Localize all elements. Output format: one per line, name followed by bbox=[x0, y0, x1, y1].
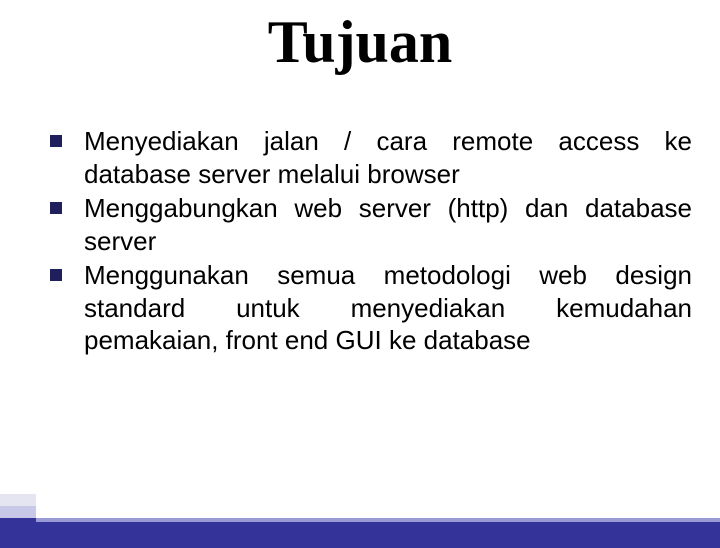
list-item: Menggabungkan web server (http) dan data… bbox=[50, 192, 692, 257]
square-bullet-icon bbox=[50, 135, 62, 147]
list-item-text: Menggabungkan web server (http) dan data… bbox=[84, 192, 692, 257]
corner-decoration bbox=[0, 518, 36, 548]
slide-title: Tujuan bbox=[0, 8, 720, 77]
corner-decoration bbox=[0, 494, 36, 506]
square-bullet-icon bbox=[50, 202, 62, 214]
corner-decoration bbox=[0, 506, 36, 518]
list-item: Menyediakan jalan / cara remote access k… bbox=[50, 125, 692, 190]
list-item: Menggunakan semua metodologi web design … bbox=[50, 259, 692, 357]
square-bullet-icon bbox=[50, 269, 62, 281]
list-item-text: Menyediakan jalan / cara remote access k… bbox=[84, 125, 692, 190]
footer-bar bbox=[0, 518, 720, 548]
bullet-list: Menyediakan jalan / cara remote access k… bbox=[0, 125, 720, 357]
list-item-text: Menggunakan semua metodologi web design … bbox=[84, 259, 692, 357]
